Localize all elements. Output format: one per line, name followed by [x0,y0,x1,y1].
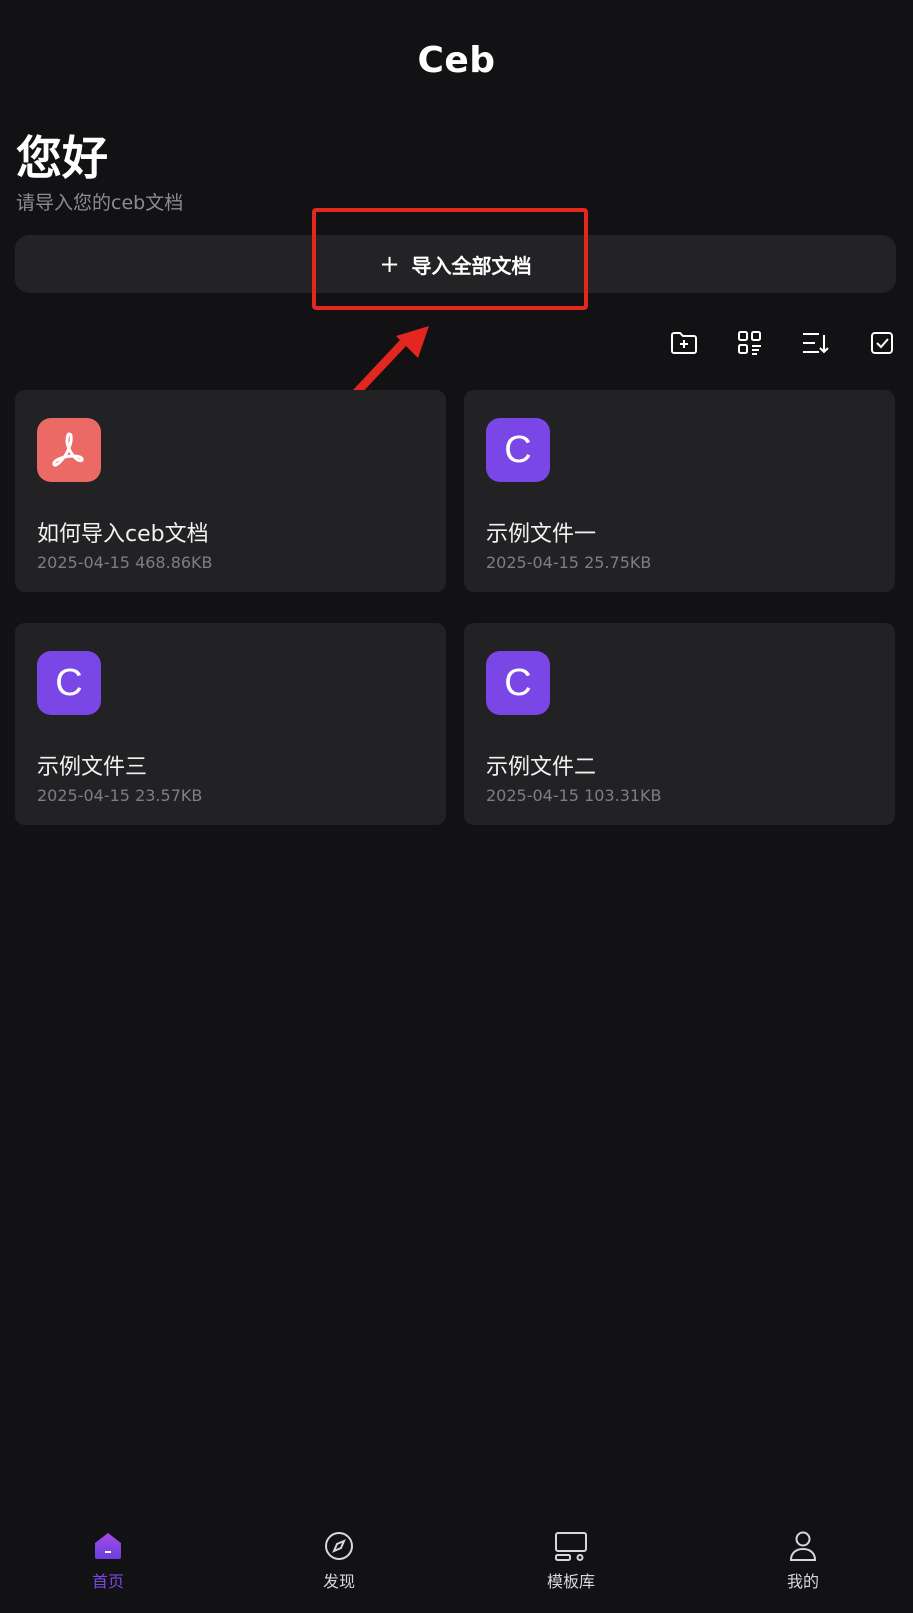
nav-label: 我的 [786,1572,819,1591]
file-card[interactable]: 如何导入ceb文档 2025-04-15 468.86KB [15,390,446,592]
greeting-subtitle: 请导入您的ceb文档 [16,192,184,214]
sort-button[interactable] [797,325,833,361]
app-title: Ceb [417,40,496,81]
nav-item-home[interactable]: 首页 [48,1528,168,1608]
nav-item-templates[interactable]: 模板库 [511,1528,631,1608]
import-all-button[interactable]: + 导入全部文档 [15,235,896,293]
new-folder-button[interactable] [666,325,702,361]
file-meta: 2025-04-15 103.31KB [486,786,662,805]
select-icon [871,332,893,354]
file-name: 示例文件一 [486,522,597,547]
compass-icon [321,1528,357,1564]
file-name: 示例文件三 [37,755,148,780]
import-all-label: 导入全部文档 [411,253,532,278]
nav-label: 首页 [91,1572,124,1591]
nav-item-discover[interactable]: 发现 [279,1528,399,1608]
bottom-nav: 首页 发现 模板库 我的 [0,1508,913,1613]
nav-label: 发现 [322,1572,355,1591]
plus-icon: + [379,250,400,278]
ceb-icon: C [486,418,550,482]
file-name: 如何导入ceb文档 [37,522,209,547]
file-toolbar [0,325,913,361]
new-folder-icon [671,332,697,354]
nav-item-profile[interactable]: 我的 [743,1528,863,1608]
grid-view-button[interactable] [732,325,768,361]
home-icon [90,1528,126,1564]
greeting-title: 您好 [16,131,108,185]
file-meta: 2025-04-15 23.57KB [37,786,203,805]
ceb-icon: C [37,651,101,715]
template-icon [553,1528,589,1564]
ceb-icon: C [486,651,550,715]
file-name: 示例文件二 [486,755,597,780]
grid-view-icon [738,331,761,355]
sort-icon [803,333,829,354]
file-card[interactable]: C 示例文件二 2025-04-15 103.31KB [464,623,895,825]
select-button[interactable] [864,325,900,361]
file-meta: 2025-04-15 468.86KB [37,553,213,572]
file-meta: 2025-04-15 25.75KB [486,553,652,572]
pdf-icon [37,418,101,482]
file-card[interactable]: C 示例文件一 2025-04-15 25.75KB [464,390,895,592]
file-card[interactable]: C 示例文件三 2025-04-15 23.57KB [15,623,446,825]
profile-icon [785,1528,821,1564]
nav-label: 模板库 [546,1572,595,1591]
